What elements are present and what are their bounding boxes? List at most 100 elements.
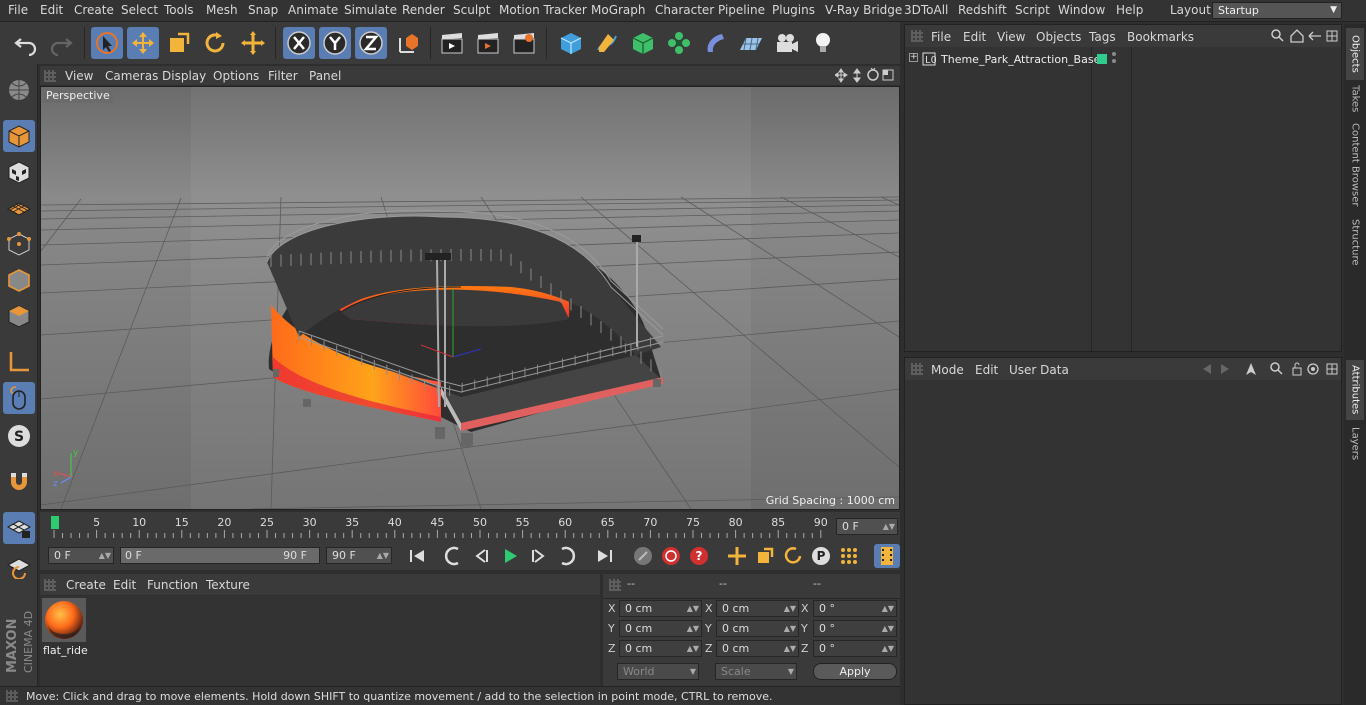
live-selection-button[interactable]	[91, 27, 123, 59]
menu-3dtoall[interactable]: 3DToAll	[904, 3, 948, 17]
add-camera-button[interactable]	[771, 27, 803, 59]
menu-animate[interactable]: Animate	[288, 3, 338, 17]
menu-window[interactable]: Window	[1058, 3, 1105, 17]
menu-file[interactable]: File	[8, 3, 28, 17]
previous-frame-button[interactable]	[469, 544, 495, 568]
tab-objects[interactable]: Objects	[1346, 28, 1364, 80]
transform-tool-button[interactable]	[237, 27, 269, 59]
layer-color-swatch[interactable]	[1097, 54, 1107, 64]
menu-redshift[interactable]: Redshift	[958, 3, 1007, 17]
add-spline-pen-button[interactable]	[591, 27, 623, 59]
next-frame-button[interactable]	[525, 544, 551, 568]
menu-mograph[interactable]: MoGraph	[591, 3, 646, 17]
editor-visibility-dot-icon[interactable]	[1112, 52, 1116, 56]
tab-takes[interactable]: Takes	[1346, 82, 1364, 116]
move-tool-button[interactable]	[127, 27, 159, 59]
coordinate-mode-select[interactable]: World ▼	[617, 663, 699, 680]
record-key-disabled-button[interactable]	[630, 544, 656, 568]
attribute-menu-mode[interactable]: Mode	[931, 363, 964, 377]
key-position-button[interactable]	[724, 544, 750, 568]
size-x-field[interactable]: 0 cm ▲▼	[716, 600, 799, 617]
planar-workplane-button[interactable]	[3, 550, 35, 582]
material-menu-function[interactable]: Function	[147, 578, 198, 592]
add-light-button[interactable]	[807, 27, 839, 59]
axis-mode-button[interactable]	[3, 346, 35, 378]
object-row[interactable]: + L0 Theme_Park_Attraction_Base	[905, 51, 1341, 69]
undo-button[interactable]	[10, 27, 42, 59]
viewport-menu-cameras[interactable]: Cameras	[105, 69, 158, 83]
playhead-marker[interactable]	[51, 516, 59, 529]
tab-attributes[interactable]: Attributes	[1346, 360, 1364, 420]
polygons-mode-button[interactable]	[3, 300, 35, 332]
coordinate-system-button[interactable]	[393, 27, 425, 59]
material-swatch-flat-ride[interactable]: flat_ride	[42, 598, 88, 657]
viewport-menu-options[interactable]: Options	[213, 69, 259, 83]
object-manager-tool-icons[interactable]	[1271, 29, 1339, 43]
size-z-field[interactable]: 0 cm ▲▼	[716, 640, 799, 657]
viewport-menu-display[interactable]: Display	[162, 69, 206, 83]
model-mode-button[interactable]	[3, 120, 35, 152]
expand-plus-icon[interactable]: +	[909, 53, 918, 62]
record-active-objects-button[interactable]	[658, 544, 684, 568]
viewport-camera-label[interactable]: Perspective	[43, 88, 113, 103]
make-editable-button[interactable]	[3, 74, 35, 106]
render-visibility-dot-icon[interactable]	[1112, 59, 1116, 63]
viewport-menu-panel[interactable]: Panel	[309, 69, 341, 83]
edges-mode-button[interactable]	[3, 264, 35, 296]
solo-mode-button[interactable]: S	[3, 420, 35, 452]
attribute-manager-tool-icons[interactable]	[1201, 362, 1339, 376]
end-frame-field[interactable]: 90 F ▲▼	[326, 547, 392, 564]
menu-sculpt[interactable]: Sculpt	[453, 3, 490, 17]
attribute-menu-edit[interactable]: Edit	[975, 363, 998, 377]
position-x-field[interactable]: 0 cm ▲▼	[619, 600, 702, 617]
rotation-x-field[interactable]: 0 ° ▲▼	[813, 600, 897, 617]
lock-workplane-button[interactable]	[3, 512, 35, 544]
timeline-ruler[interactable]: 051015202530354045505560657075808590 0 F…	[40, 512, 900, 542]
tab-content-browser[interactable]: Content Browser	[1346, 120, 1364, 210]
material-menu-texture[interactable]: Texture	[206, 578, 250, 592]
play-button[interactable]	[497, 544, 523, 568]
material-menu-create[interactable]: Create	[66, 578, 106, 592]
add-array-button[interactable]	[663, 27, 695, 59]
key-pla-button[interactable]	[836, 544, 862, 568]
rotation-y-field[interactable]: 0 ° ▲▼	[813, 620, 897, 637]
tweak-mode-button[interactable]	[3, 382, 35, 414]
object-menu-tags[interactable]: Tags	[1089, 30, 1116, 44]
viewport-navigation-icons[interactable]	[835, 68, 895, 83]
workplane-mode-button[interactable]	[3, 192, 35, 224]
viewport-perspective[interactable]: y x z Perspective Grid Spacing : 1000 cm	[40, 86, 900, 510]
snap-magnet-button[interactable]	[3, 466, 35, 498]
previous-key-button[interactable]	[441, 544, 467, 568]
object-menu-edit[interactable]: Edit	[963, 30, 986, 44]
menu-snap[interactable]: Snap	[248, 3, 278, 17]
y-axis-lock-button[interactable]	[319, 27, 351, 59]
tab-layers[interactable]: Layers	[1346, 424, 1364, 464]
object-name[interactable]: Theme_Park_Attraction_Base	[941, 53, 1100, 66]
redo-button[interactable]	[45, 27, 77, 59]
layout-select[interactable]: Startup ▼	[1212, 2, 1342, 19]
start-frame-field[interactable]: 0 F ▲▼	[48, 547, 114, 564]
position-y-field[interactable]: 0 cm ▲▼	[619, 620, 702, 637]
menu-mesh[interactable]: Mesh	[206, 3, 238, 17]
object-menu-view[interactable]: View	[997, 30, 1025, 44]
viewport-menu-view[interactable]: View	[65, 69, 93, 83]
object-menu-bookmarks[interactable]: Bookmarks	[1127, 30, 1194, 44]
menu-plugins[interactable]: Plugins	[772, 3, 815, 17]
menu-character[interactable]: Character	[655, 3, 714, 17]
position-z-field[interactable]: 0 cm ▲▼	[619, 640, 702, 657]
go-to-end-button[interactable]	[592, 544, 618, 568]
menu-simulate[interactable]: Simulate	[344, 3, 397, 17]
viewport-menu-filter[interactable]: Filter	[268, 69, 298, 83]
menu-edit[interactable]: Edit	[40, 3, 63, 17]
rotation-z-field[interactable]: 0 ° ▲▼	[813, 640, 897, 657]
go-to-start-button[interactable]	[404, 544, 430, 568]
points-mode-button[interactable]	[3, 228, 35, 260]
frame-range-slider[interactable]: 0 F 90 F	[120, 547, 320, 564]
rotate-tool-button[interactable]	[199, 27, 231, 59]
add-subdivision-button[interactable]	[627, 27, 659, 59]
menu-help[interactable]: Help	[1116, 3, 1143, 17]
autokeying-button[interactable]: ?	[686, 544, 712, 568]
add-floor-button[interactable]	[735, 27, 767, 59]
menu-render[interactable]: Render	[402, 3, 445, 17]
material-menu-edit[interactable]: Edit	[113, 578, 136, 592]
